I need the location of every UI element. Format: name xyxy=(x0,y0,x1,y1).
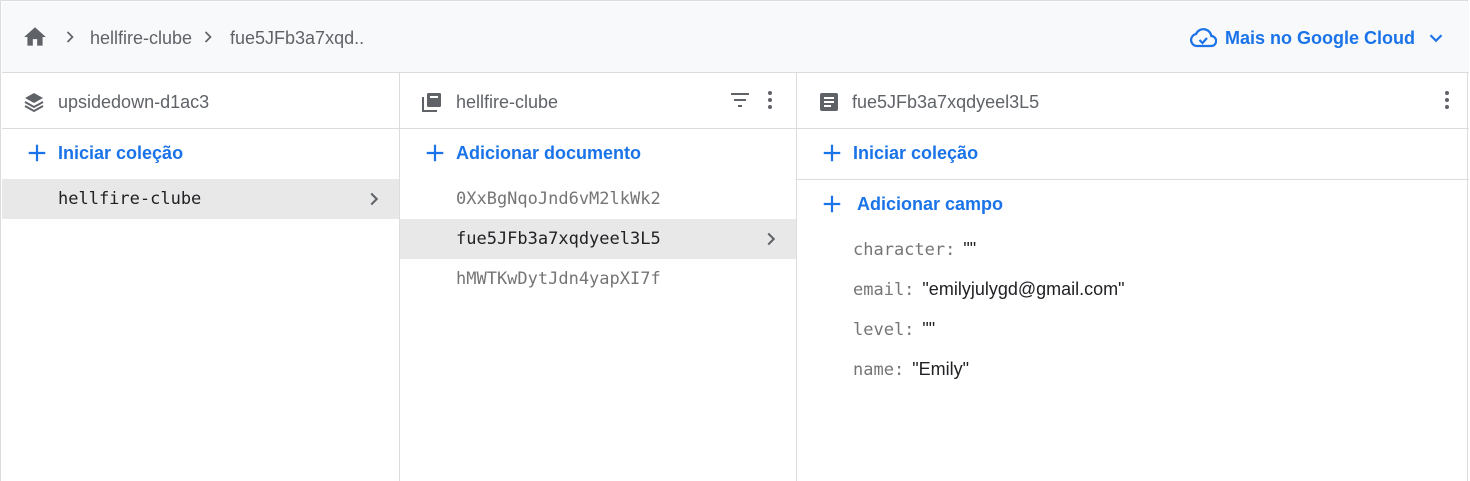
collection-name: hellfire-clube xyxy=(58,189,202,209)
add-field-label: Adicionar campo xyxy=(857,193,1004,214)
list-item[interactable]: fue5JFb3a7xqdyeel3L5 xyxy=(400,219,796,259)
document-id: hMWTKwDytJdn4yapXI7f xyxy=(456,269,661,289)
field-row[interactable]: character: "" xyxy=(853,239,976,263)
field-value: "Emily" xyxy=(912,359,969,379)
root-column-header: upsidedown-d1ac3 xyxy=(2,73,399,129)
collection-column-header: hellfire-clube xyxy=(400,73,796,129)
home-icon[interactable] xyxy=(22,24,48,50)
plus-icon xyxy=(823,144,841,162)
plus-icon xyxy=(426,144,444,162)
start-collection-label: Iniciar coleção xyxy=(58,142,184,163)
add-document-label: Adicionar documento xyxy=(456,142,642,163)
firestore-data-panel: hellfire-clube fue5JFb3a7xqd.. Mais no G… xyxy=(0,0,1469,481)
chevron-right-icon xyxy=(767,232,776,246)
filter-icon[interactable] xyxy=(728,88,752,112)
chevron-right-icon xyxy=(204,31,212,43)
field-key: name: xyxy=(853,360,905,380)
add-document-button[interactable]: Adicionar documento xyxy=(424,133,641,173)
document-column-header: fue5JFb3a7xqdyeel3L5 xyxy=(797,73,1469,129)
database-icon xyxy=(24,93,44,113)
document-title: fue5JFb3a7xqdyeel3L5 xyxy=(852,92,1040,112)
field-key: level: xyxy=(853,320,915,340)
chevron-right-icon xyxy=(66,31,74,43)
field-value: "" xyxy=(963,239,977,259)
list-item[interactable]: hMWTKwDytJdn4yapXI7f xyxy=(400,259,796,299)
document-column: fue5JFb3a7xqdyeel3L5 Iniciar coleção Adi… xyxy=(797,73,1469,481)
add-field-button[interactable]: Adicionar campo xyxy=(821,184,1003,224)
start-subcollection-button[interactable]: Iniciar coleção xyxy=(821,133,978,173)
cloud-icon xyxy=(1190,28,1217,48)
collection-title: hellfire-clube xyxy=(456,92,559,112)
divider xyxy=(797,179,1469,180)
plus-icon xyxy=(823,195,841,213)
breadcrumb-item-collection[interactable]: hellfire-clube xyxy=(90,28,192,49)
more-vert-icon[interactable] xyxy=(1435,88,1459,112)
field-row[interactable]: email: "emilyjulygd@gmail.com" xyxy=(853,279,1125,303)
field-row[interactable]: level: "" xyxy=(853,319,935,343)
plus-icon xyxy=(28,144,46,162)
field-value: "" xyxy=(922,319,936,339)
chevron-right-icon xyxy=(370,192,379,206)
start-collection-button[interactable]: Iniciar coleção xyxy=(26,133,183,173)
document-id: 0XxBgNqoJnd6vM2lkWk2 xyxy=(456,189,661,209)
collection-column: hellfire-clube Adicionar documento 0XxBg… xyxy=(400,73,797,481)
field-row[interactable]: name: "Emily" xyxy=(853,359,969,383)
collection-icon xyxy=(422,93,441,112)
more-in-google-cloud-label: Mais no Google Cloud xyxy=(1225,27,1415,48)
field-value: "emilyjulygd@gmail.com" xyxy=(922,279,1125,299)
field-key: character: xyxy=(853,240,956,260)
list-item[interactable]: 0XxBgNqoJnd6vM2lkWk2 xyxy=(400,179,796,219)
root-column: upsidedown-d1ac3 Iniciar coleção hellfir… xyxy=(2,73,400,481)
chevron-down-icon xyxy=(1429,34,1443,43)
more-vert-icon[interactable] xyxy=(758,88,782,112)
database-title: upsidedown-d1ac3 xyxy=(58,92,210,112)
breadcrumb-item-document[interactable]: fue5JFb3a7xqd.. xyxy=(230,28,364,49)
document-icon xyxy=(820,93,838,111)
list-item[interactable]: hellfire-clube xyxy=(2,179,399,219)
field-key: email: xyxy=(853,280,915,300)
start-subcollection-label: Iniciar coleção xyxy=(853,142,979,163)
breadcrumb: hellfire-clube fue5JFb3a7xqd.. Mais no G… xyxy=(2,2,1469,73)
more-in-google-cloud-button[interactable]: Mais no Google Cloud xyxy=(1189,20,1447,56)
document-id: fue5JFb3a7xqdyeel3L5 xyxy=(456,229,661,249)
